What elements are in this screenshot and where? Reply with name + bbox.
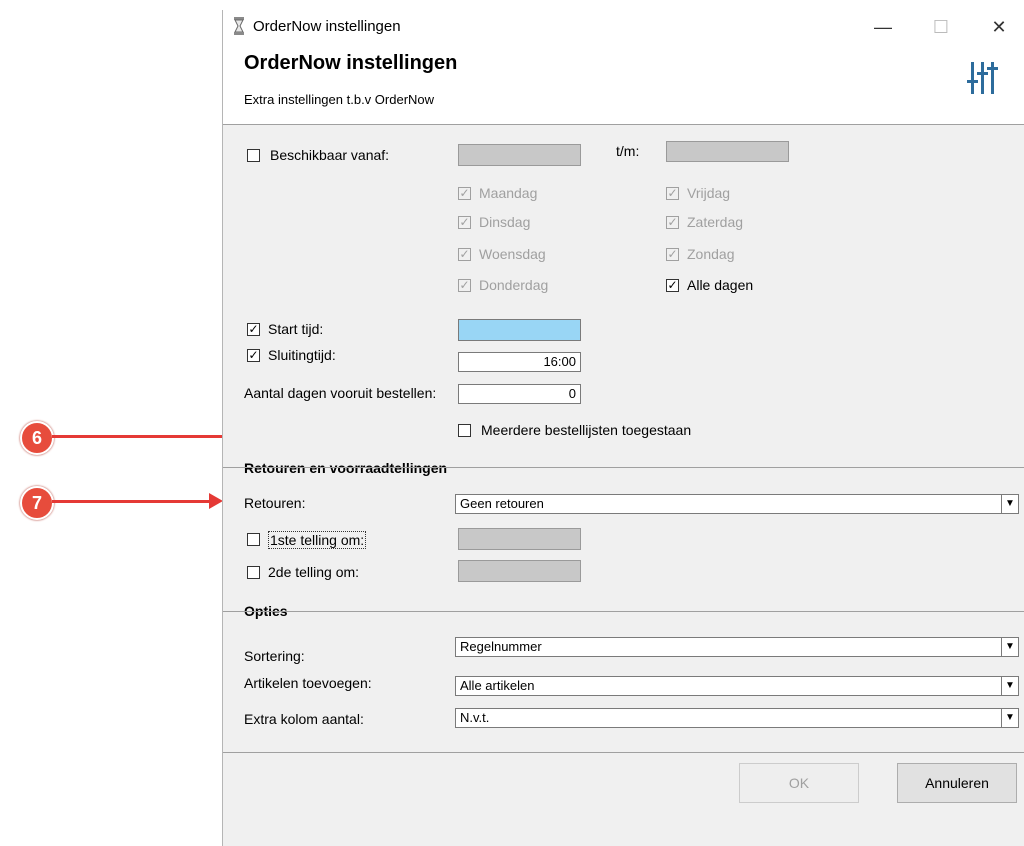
count1-label: 1ste telling om: bbox=[268, 531, 367, 549]
close-button[interactable]: ✕ bbox=[979, 14, 1019, 40]
add-articles-label: Artikelen toevoegen: bbox=[244, 675, 372, 691]
title-bar: OrderNow instellingen — ☐ ✕ bbox=[223, 10, 1024, 42]
chevron-down-icon[interactable]: ▼ bbox=[1001, 638, 1018, 656]
options-section-divider bbox=[223, 611, 1024, 612]
count2-field[interactable] bbox=[458, 560, 581, 582]
returns-section-divider bbox=[223, 467, 1024, 468]
page-title: OrderNow instellingen bbox=[244, 52, 458, 74]
day-label-dinsdag: Dinsdag bbox=[479, 214, 531, 230]
closing-time-label: Sluitingtijd: bbox=[268, 347, 336, 363]
count1-field[interactable] bbox=[458, 528, 581, 550]
add-articles-select-value: Alle artikelen bbox=[460, 678, 535, 693]
day-label-donderdag: Donderdag bbox=[479, 277, 549, 293]
maximize-button[interactable]: ☐ bbox=[921, 14, 961, 40]
day-label-vrijdag: Vrijdag bbox=[687, 185, 731, 201]
annotation-badge-7: 7 bbox=[20, 486, 54, 520]
closing-time-checkbox[interactable]: ✓ bbox=[247, 349, 260, 362]
settings-window: OrderNow instellingen — ☐ ✕ OrderNow ins… bbox=[222, 10, 1024, 846]
sort-select[interactable]: Regelnummer ▼ bbox=[455, 637, 1019, 657]
window-title: OrderNow instellingen bbox=[253, 18, 401, 35]
count2-checkbox[interactable] bbox=[247, 566, 260, 579]
cancel-button[interactable]: Annuleren bbox=[897, 763, 1017, 803]
day-checkbox-alle-dagen[interactable]: ✓ bbox=[666, 279, 679, 292]
days-ahead-label: Aantal dagen vooruit bestellen: bbox=[244, 385, 437, 401]
available-from-field[interactable] bbox=[458, 144, 581, 166]
count2-label: 2de telling om: bbox=[268, 564, 360, 580]
chevron-down-icon[interactable]: ▼ bbox=[1001, 709, 1018, 727]
closing-time-field[interactable]: 16:00 bbox=[458, 352, 581, 372]
multiple-lists-label: Meerdere bestellijsten toegestaan bbox=[481, 422, 692, 438]
days-ahead-field[interactable]: 0 bbox=[458, 384, 581, 404]
annotation-arrow-7 bbox=[52, 500, 210, 503]
minimize-button[interactable]: — bbox=[863, 14, 903, 40]
sort-label: Sortering: bbox=[244, 648, 305, 664]
available-from-checkbox[interactable] bbox=[247, 149, 260, 162]
header-band: OrderNow instellingen Extra instellingen… bbox=[223, 42, 1024, 125]
returns-label: Retouren: bbox=[244, 495, 306, 511]
sort-select-value: Regelnummer bbox=[460, 639, 542, 654]
extra-column-select-value: N.v.t. bbox=[460, 710, 490, 725]
day-checkbox-zondag[interactable]: ✓ bbox=[666, 248, 679, 261]
day-checkbox-vrijdag[interactable]: ✓ bbox=[666, 187, 679, 200]
returns-section-title: Retouren en voorraadtellingen bbox=[244, 460, 448, 476]
multiple-lists-checkbox[interactable] bbox=[458, 424, 471, 437]
count1-checkbox[interactable] bbox=[247, 533, 260, 546]
start-time-checkbox[interactable]: ✓ bbox=[247, 323, 260, 336]
returns-select[interactable]: Geen retouren ▼ bbox=[455, 494, 1019, 514]
day-label-zaterdag: Zaterdag bbox=[687, 214, 744, 230]
day-label-zondag: Zondag bbox=[687, 246, 735, 262]
day-checkbox-zaterdag[interactable]: ✓ bbox=[666, 216, 679, 229]
page-subtitle: Extra instellingen t.b.v OrderNow bbox=[244, 92, 435, 107]
ok-button[interactable]: OK bbox=[739, 763, 859, 803]
available-from-label: Beschikbaar vanaf: bbox=[270, 147, 390, 163]
start-time-label: Start tijd: bbox=[268, 321, 324, 337]
day-label-alle-dagen: Alle dagen bbox=[687, 277, 754, 293]
returns-select-value: Geen retouren bbox=[460, 496, 544, 511]
add-articles-select[interactable]: Alle artikelen ▼ bbox=[455, 676, 1019, 696]
day-checkbox-maandag[interactable]: ✓ bbox=[458, 187, 471, 200]
annotation-badge-6: 6 bbox=[20, 421, 54, 455]
day-checkbox-dinsdag[interactable]: ✓ bbox=[458, 216, 471, 229]
start-time-field[interactable] bbox=[458, 319, 581, 341]
footer-divider bbox=[223, 752, 1024, 753]
chevron-down-icon[interactable]: ▼ bbox=[1001, 677, 1018, 695]
available-to-field[interactable] bbox=[666, 141, 789, 162]
day-checkbox-donderdag[interactable]: ✓ bbox=[458, 279, 471, 292]
extra-column-select[interactable]: N.v.t. ▼ bbox=[455, 708, 1019, 728]
annotation-arrowhead-7 bbox=[209, 493, 223, 509]
day-label-maandag: Maandag bbox=[479, 185, 538, 201]
app-icon bbox=[234, 17, 244, 35]
extra-column-label: Extra kolom aantal: bbox=[244, 711, 364, 727]
chevron-down-icon[interactable]: ▼ bbox=[1001, 495, 1018, 513]
day-label-woensdag: Woensdag bbox=[479, 246, 546, 262]
sliders-icon bbox=[967, 62, 998, 94]
day-checkbox-woensdag[interactable]: ✓ bbox=[458, 248, 471, 261]
available-to-label: t/m: bbox=[616, 143, 640, 159]
